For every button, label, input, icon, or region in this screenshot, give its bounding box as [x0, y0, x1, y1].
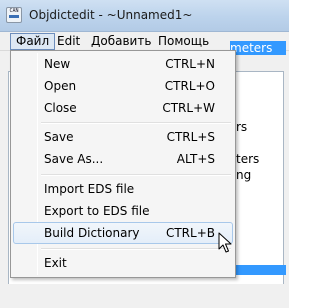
menu-help[interactable]: Помощь — [153, 33, 214, 50]
menu-item-label: Exit — [44, 256, 67, 270]
menu-item-import-eds[interactable]: Import EDS file — [13, 178, 233, 200]
list-row-fragment[interactable]: ters — [236, 152, 259, 166]
list-row-fragment[interactable]: ng — [236, 168, 251, 182]
menu-item-close[interactable]: Close CTRL+W — [13, 97, 233, 119]
menu-item-label: Build Dictionary — [44, 226, 140, 240]
menu-item-label: Save — [44, 130, 74, 144]
menu-edit[interactable]: Edit — [52, 33, 85, 50]
menu-item-new[interactable]: New CTRL+N — [13, 53, 233, 75]
menu-item-shortcut: CTRL+B — [165, 226, 215, 240]
menu-item-shortcut: CTRL+O — [164, 79, 215, 93]
title-bar[interactable]: CAN Objdictedit - ~Unnamed1~ — [0, 0, 289, 32]
selected-row-strip[interactable] — [230, 265, 286, 275]
menu-item-build-dictionary[interactable]: Build Dictionary CTRL+B — [13, 222, 233, 244]
menu-separator — [41, 248, 231, 250]
menu-separator — [41, 174, 231, 176]
selected-list-row[interactable]: meters — [230, 41, 286, 55]
menu-item-shortcut: CTRL+N — [165, 57, 215, 71]
menu-separator — [41, 122, 231, 124]
menu-item-shortcut: CTRL+W — [162, 101, 215, 115]
menu-item-shortcut: ALT+S — [176, 152, 215, 166]
mouse-pointer-icon — [218, 232, 232, 253]
menu-item-open[interactable]: Open CTRL+O — [13, 75, 233, 97]
menu-item-save[interactable]: Save CTRL+S — [13, 126, 233, 148]
menu-item-label: Close — [44, 101, 77, 115]
menu-item-label: New — [44, 57, 71, 71]
menu-item-label: Save As... — [44, 152, 104, 166]
menu-add[interactable]: Добавить — [86, 33, 156, 50]
window-title: Objdictedit - ~Unnamed1~ — [29, 8, 193, 22]
list-row-fragment[interactable]: rs — [236, 120, 247, 134]
menu-item-label: Import EDS file — [44, 182, 135, 196]
app-icon-label: CAN — [9, 8, 19, 14]
file-menu-dropdown: New CTRL+N Open CTRL+O Close CTRL+W Save… — [10, 50, 236, 278]
menu-item-exit[interactable]: Exit — [13, 252, 233, 274]
menu-item-save-as[interactable]: Save As... ALT+S — [13, 148, 233, 170]
menu-file[interactable]: Файл — [10, 33, 56, 50]
menu-item-label: Open — [44, 79, 77, 93]
menu-item-export-eds[interactable]: Export to EDS file — [13, 200, 233, 222]
menu-item-label: Export to EDS file — [44, 204, 150, 218]
status-bar — [0, 284, 289, 308]
menu-item-shortcut: CTRL+S — [166, 130, 215, 144]
app-icon[interactable]: CAN — [6, 7, 22, 23]
